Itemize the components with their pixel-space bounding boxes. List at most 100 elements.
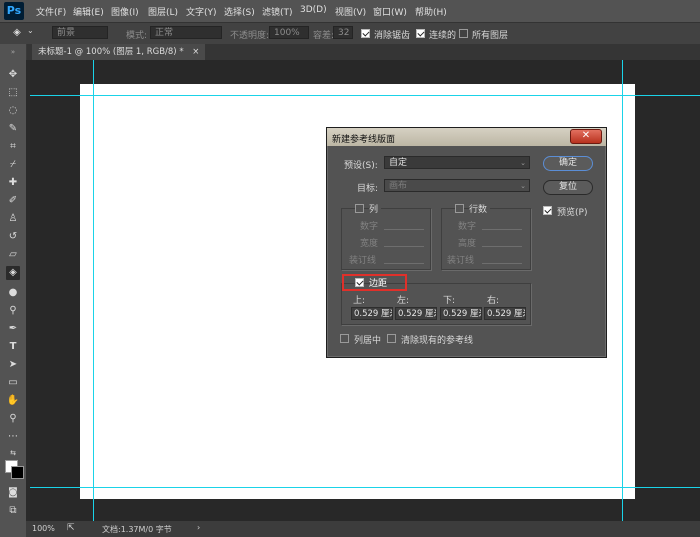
menu-bar: Ps 文件(F) 编辑(E) 图像(I) 图层(L) 文字(Y) 选择(S) 滤… [0, 0, 700, 22]
margin-left-input[interactable]: 0.529 厘米 [395, 307, 437, 320]
opacity-label: 不透明度: [230, 31, 270, 41]
menu-view[interactable]: 视图(V) [335, 5, 366, 18]
menu-select[interactable]: 选择(S) [224, 5, 255, 18]
pen-tool-icon[interactable]: ✒ [6, 322, 20, 336]
eyedropper-tool-icon[interactable]: ⌿ [6, 158, 20, 172]
all-layers-checkbox[interactable] [459, 29, 468, 38]
brush-tool-icon[interactable]: ✐ [6, 194, 20, 208]
path-selection-tool-icon[interactable]: ➤ [6, 358, 20, 372]
zoom-level[interactable]: 100% [32, 524, 55, 533]
clone-stamp-tool-icon[interactable]: ♙ [6, 212, 20, 226]
margin-top-value: 0.529 厘米 [354, 309, 392, 319]
rows-gutter-label: 装订线 [447, 256, 475, 266]
rows-height-field [482, 246, 522, 247]
swap-colors-icon[interactable]: ⇆ [6, 446, 20, 460]
chevron-down-icon: ⌄ [520, 159, 526, 167]
rectangle-tool-icon[interactable]: ▭ [6, 376, 20, 390]
fill-source-value: 前景 [57, 28, 76, 38]
opacity-input[interactable]: 100% [269, 26, 309, 39]
paint-bucket-tool-preset-icon[interactable]: ◈ [10, 26, 24, 40]
document-tab-title: 未标题-1 @ 100% (图层 1, RGB/8) * [38, 47, 184, 57]
center-columns-checkbox[interactable] [340, 334, 349, 343]
close-tab-icon[interactable]: × [192, 47, 199, 57]
guide-vertical-right[interactable] [622, 60, 623, 521]
quick-selection-tool-icon[interactable]: ✎ [6, 122, 20, 136]
fill-source-select[interactable]: 前景 [52, 26, 108, 39]
dialog-title-bar[interactable]: 新建参考线版面 ✕ [327, 128, 606, 146]
menu-image[interactable]: 图像(I) [111, 5, 139, 18]
zoom-tool-icon[interactable]: ⚲ [6, 412, 20, 426]
tolerance-input[interactable]: 32 [333, 26, 353, 39]
columns-number-label: 数字 [360, 222, 379, 232]
target-value: 画布 [389, 181, 408, 191]
more-tools-icon[interactable]: ⋯ [6, 430, 20, 444]
columns-label: 列 [369, 202, 382, 215]
margin-checkbox[interactable] [355, 278, 364, 287]
screen-mode-icon[interactable]: ⧉ [6, 504, 20, 518]
menu-filter[interactable]: 滤镜(T) [262, 5, 293, 18]
preview-label: 预览(P) [557, 208, 588, 218]
chevron-down-icon[interactable]: ⌄ [27, 26, 34, 35]
expand-panel-icon[interactable]: » [6, 45, 20, 59]
menu-type[interactable]: 文字(Y) [186, 5, 217, 18]
menu-3d[interactable]: 3D(D) [300, 5, 327, 15]
ok-button[interactable]: 确定 [543, 156, 593, 171]
margin-bottom-input[interactable]: 0.529 厘米 [440, 307, 482, 320]
columns-checkbox[interactable] [355, 204, 364, 213]
blur-tool-icon[interactable]: ● [6, 286, 20, 300]
move-tool-icon[interactable]: ✥ [6, 68, 20, 82]
target-label: 目标: [357, 184, 379, 194]
dodge-tool-icon[interactable]: ⚲ [6, 304, 20, 318]
preview-checkbox[interactable] [543, 206, 552, 215]
chevron-down-icon: ⌄ [520, 182, 526, 190]
paint-bucket-tool-icon[interactable]: ◈ [6, 266, 20, 280]
menu-layer[interactable]: 图层(L) [148, 5, 178, 18]
lasso-tool-icon[interactable]: ◌ [6, 104, 20, 118]
margin-label: 边距 [369, 279, 388, 289]
clear-guides-checkbox[interactable] [387, 334, 396, 343]
margin-right-value: 0.529 厘米 [487, 309, 525, 319]
background-color-swatch[interactable] [11, 466, 24, 479]
menu-window[interactable]: 窗口(W) [373, 5, 407, 18]
marquee-tool-icon[interactable]: ⬚ [6, 86, 20, 100]
opacity-value: 100% [274, 28, 300, 38]
center-columns-label: 列居中 [354, 336, 382, 346]
preset-select[interactable]: 自定 ⌄ [384, 156, 530, 169]
type-tool-icon[interactable]: T [6, 340, 20, 354]
margin-bottom-value: 0.529 厘米 [443, 309, 481, 319]
guide-vertical-left[interactable] [93, 60, 94, 521]
margin-left-label: 左: [397, 296, 410, 306]
eraser-tool-icon[interactable]: ▱ [6, 248, 20, 262]
antialias-checkbox[interactable] [361, 29, 370, 38]
rows-gutter-field [482, 263, 522, 264]
dialog-close-button[interactable]: ✕ [570, 129, 602, 144]
margin-right-input[interactable]: 0.529 厘米 [484, 307, 526, 320]
mode-select[interactable]: 正常 [150, 26, 222, 39]
rows-checkbox[interactable] [455, 204, 464, 213]
margin-left-value: 0.529 厘米 [398, 309, 436, 319]
menu-edit[interactable]: 编辑(E) [73, 5, 104, 18]
target-select: 画布 ⌄ [384, 179, 530, 192]
new-guide-layout-dialog: 新建参考线版面 ✕ 预设(S): 自定 ⌄ 目标: 画布 ⌄ 列 数字 宽度 装… [326, 127, 607, 358]
margin-top-input[interactable]: 0.529 厘米 [351, 307, 393, 320]
reset-button[interactable]: 复位 [543, 180, 593, 195]
guide-horizontal-top[interactable] [30, 95, 700, 96]
export-icon[interactable]: ⇱ [67, 523, 75, 533]
history-brush-tool-icon[interactable]: ↺ [6, 230, 20, 244]
tolerance-value: 32 [338, 28, 350, 38]
mode-label: 模式: [126, 31, 148, 41]
vertical-ruler [26, 60, 30, 521]
crop-tool-icon[interactable]: ⌗ [6, 140, 20, 154]
document-tab[interactable]: 未标题-1 @ 100% (图层 1, RGB/8) * × [32, 44, 206, 60]
hand-tool-icon[interactable]: ✋ [6, 394, 20, 408]
ok-button-label: 确定 [558, 158, 577, 168]
columns-number-field [384, 229, 424, 230]
quick-mask-icon[interactable]: ◙ [6, 486, 20, 500]
healing-brush-tool-icon[interactable]: ✚ [6, 176, 20, 190]
antialias-label: 消除锯齿 [374, 31, 411, 41]
menu-file[interactable]: 文件(F) [36, 5, 66, 18]
contiguous-checkbox[interactable] [416, 29, 425, 38]
status-menu-arrow-icon[interactable]: › [197, 523, 200, 532]
guide-horizontal-bottom[interactable] [30, 487, 700, 488]
menu-help[interactable]: 帮助(H) [415, 5, 447, 18]
